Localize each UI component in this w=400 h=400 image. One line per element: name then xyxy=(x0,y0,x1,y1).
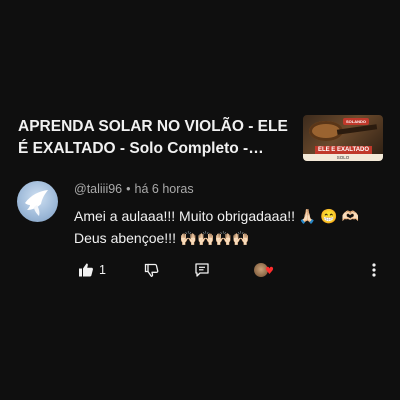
dislike-button[interactable] xyxy=(144,258,160,282)
comment-author[interactable]: @taliii96 xyxy=(74,182,122,196)
comment-line: Amei a aulaaa!!! Muito obrigadaaa!! 🙏🏻 😁… xyxy=(74,208,359,224)
creator-heart-icon: ♥ xyxy=(265,266,274,277)
comment-line: Deus abençoe!!! 🙌🏻🙌🏻🙌🏻🙌🏻 xyxy=(74,230,250,246)
more-vertical-icon xyxy=(372,263,376,277)
page: APRENDA SOLAR NO VIOLÃO - ELE É EXALTADO… xyxy=(0,0,400,400)
creator-heart-badge: ♥ xyxy=(254,258,280,282)
thumbnail-badge: SOLANDO xyxy=(343,118,369,125)
comment-meta: @taliii96 • há 6 horas xyxy=(74,182,194,196)
video-thumbnail[interactable]: SOLANDO ELE E EXALTADO SOLO xyxy=(303,115,383,161)
avatar[interactable] xyxy=(17,181,58,222)
thumbs-down-icon xyxy=(144,263,159,277)
thumbnail-subtitle: SOLO xyxy=(303,154,383,161)
video-header[interactable]: APRENDA SOLAR NO VIOLÃO - ELE É EXALTADO… xyxy=(0,104,400,170)
video-title[interactable]: APRENDA SOLAR NO VIOLÃO - ELE É EXALTADO… xyxy=(18,116,300,160)
thumbnail-banner: ELE E EXALTADO xyxy=(315,146,372,154)
thumbs-up-icon xyxy=(79,263,93,277)
more-options-button[interactable] xyxy=(368,258,380,282)
comment-actions: 1 ♥ xyxy=(78,258,388,282)
like-button[interactable]: 1 xyxy=(78,258,106,282)
guitar-neck-image xyxy=(336,124,378,135)
reply-icon xyxy=(195,263,209,277)
dove-icon xyxy=(25,190,48,216)
meta-separator: • xyxy=(126,182,131,196)
comment-text: Amei a aulaaa!!! Muito obrigadaaa!! 🙏🏻 😁… xyxy=(74,205,374,249)
comment-time[interactable]: há 6 horas xyxy=(135,182,194,196)
like-count: 1 xyxy=(99,263,106,277)
reply-button[interactable] xyxy=(194,258,210,282)
